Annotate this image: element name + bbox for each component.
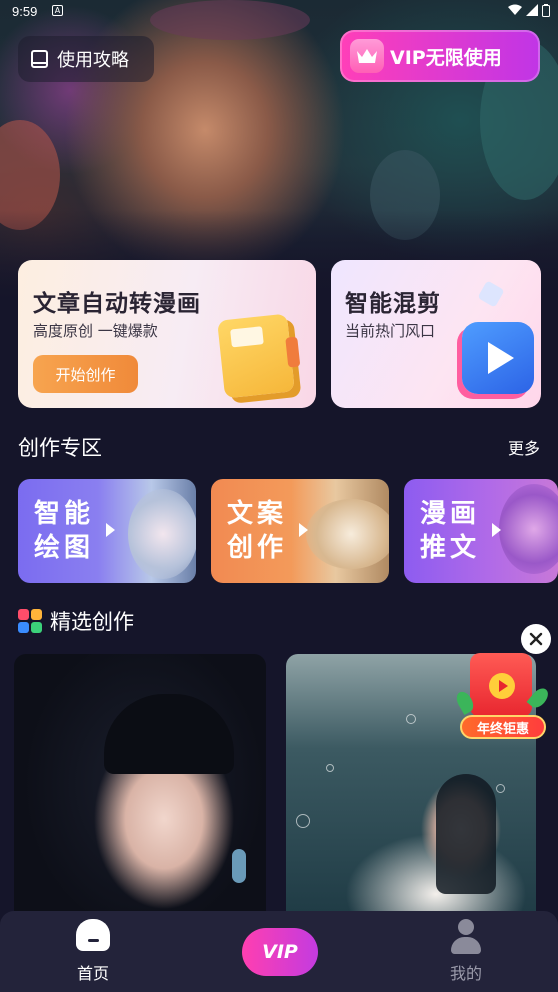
status-icons <box>508 4 550 17</box>
wifi-icon <box>508 4 522 15</box>
status-time: 9:59 <box>12 4 38 19</box>
crown-icon <box>350 39 384 73</box>
chevron-right-icon <box>299 523 308 537</box>
hair-shape <box>436 774 496 894</box>
featured-card-portrait[interactable] <box>14 654 266 924</box>
close-icon <box>529 632 543 646</box>
user-icon <box>449 919 483 955</box>
tile-copywriting[interactable]: 文案创作 <box>211 479 389 583</box>
more-link[interactable]: 更多 <box>508 435 540 459</box>
tile-smart-drawing[interactable]: 智能绘图 <box>18 479 196 583</box>
vip-unlimited-button[interactable]: VIP无限使用 <box>340 30 540 82</box>
play-coin-icon <box>489 673 515 699</box>
guide-button[interactable]: 使用攻略 <box>18 36 154 82</box>
featured-section-title: 精选创作 <box>18 606 134 636</box>
creation-zone-title: 创作专区 <box>18 436 102 460</box>
home-icon <box>76 919 110 953</box>
guide-label: 使用攻略 <box>57 50 129 71</box>
article-to-comic-card[interactable]: 文章自动转漫画 高度原创 一键爆款 开始创作 <box>18 260 316 408</box>
tile-artwork <box>499 484 558 574</box>
chevron-right-icon <box>492 523 501 537</box>
promo-label: 年终钜惠 <box>460 715 546 739</box>
nav-vip-button[interactable]: VIP <box>242 928 318 976</box>
close-promo-button[interactable] <box>521 624 551 654</box>
article-card-title: 文章自动转漫画 <box>33 291 201 317</box>
battery-icon <box>542 4 550 17</box>
seaweed-decoration <box>370 150 440 240</box>
nav-home-label: 首页 <box>76 964 109 983</box>
tile-comic-promo[interactable]: 漫画推文 <box>404 479 558 583</box>
book-icon <box>31 50 48 68</box>
smart-mix-card[interactable]: 智能混剪 当前热门风口 <box>331 260 541 408</box>
mix-card-subtitle: 当前热门风口 <box>345 322 436 340</box>
play-icon <box>462 322 534 394</box>
grid-icon <box>18 609 42 633</box>
hair-shape <box>104 694 234 774</box>
status-bar: 9:59 A <box>0 0 558 24</box>
vip-unlimited-label: VIP无限使用 <box>390 46 502 69</box>
featured-title-label: 精选创作 <box>50 610 134 634</box>
nav-mine-label: 我的 <box>449 964 482 983</box>
chevron-right-icon <box>106 523 115 537</box>
tile-artwork <box>128 489 196 579</box>
nav-mine[interactable]: 我的 <box>426 919 506 984</box>
tile-artwork <box>306 499 389 569</box>
tile-label: 文案创作 <box>227 499 288 563</box>
tile-label: 智能绘图 <box>34 499 95 563</box>
signal-icon <box>526 4 538 16</box>
nav-home[interactable]: 首页 <box>53 919 133 984</box>
bubble <box>406 714 416 724</box>
tile-label: 漫画推文 <box>420 499 481 563</box>
article-card-subtitle: 高度原创 一键爆款 <box>33 322 158 340</box>
start-creating-button[interactable]: 开始创作 <box>33 355 138 393</box>
bubble <box>496 784 505 793</box>
bubble <box>326 764 334 772</box>
mix-card-title: 智能混剪 <box>345 291 441 317</box>
notebook-icon <box>217 313 301 399</box>
notification-icon: A <box>52 5 63 16</box>
earring-shape <box>232 849 246 883</box>
bubble <box>296 814 310 828</box>
coral-decoration <box>0 120 60 230</box>
cube-decoration <box>477 280 505 308</box>
year-end-promo[interactable]: 年终钜惠 <box>453 653 552 745</box>
bottom-nav: 首页 VIP 我的 <box>0 911 558 992</box>
